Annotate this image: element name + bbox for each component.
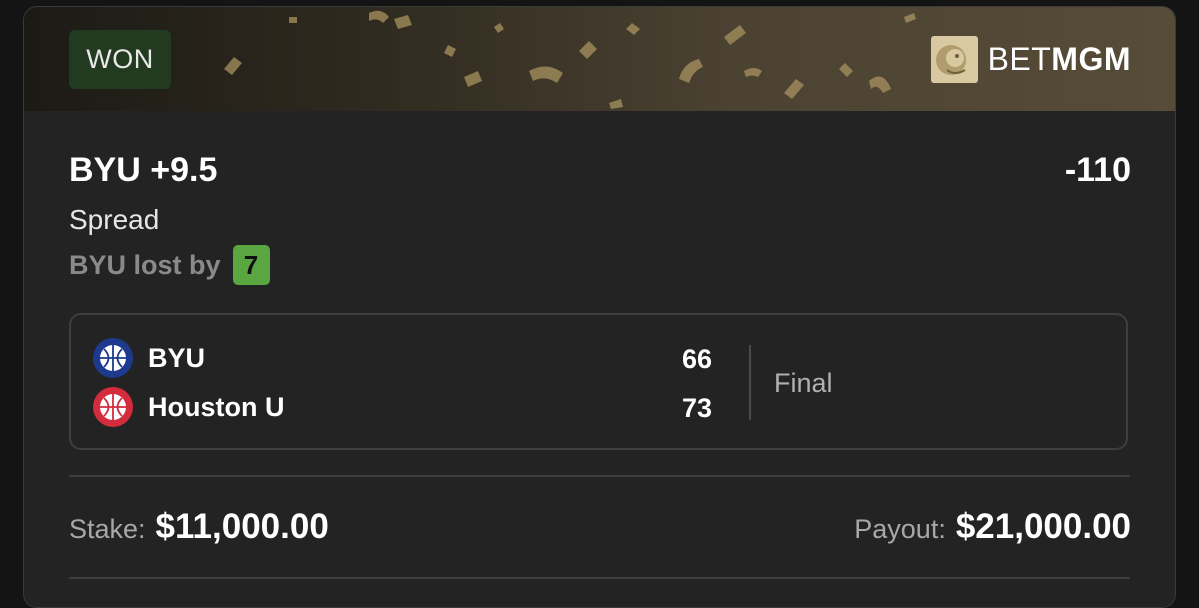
bet-odds: -110 — [1064, 151, 1131, 189]
lion-logo-icon — [930, 35, 978, 83]
margin-badge: 7 — [232, 245, 270, 285]
section-divider-bottom — [69, 577, 1130, 579]
stake-value: $11,000.00 — [155, 507, 329, 546]
stake-label: Stake: — [69, 514, 146, 544]
stake-summary: Stake: $11,000.00 — [69, 507, 329, 547]
game-status: Final — [774, 368, 833, 398]
payout-label: Payout: — [854, 514, 946, 544]
betmgm-wordmark: BETMGM — [988, 41, 1131, 78]
team-name-byu: BYU — [148, 342, 206, 373]
basketball-icon — [93, 338, 133, 378]
section-divider — [69, 475, 1130, 477]
score-houston: 73 — [681, 393, 712, 423]
payout-summary: Payout: $21,000.00 — [854, 507, 1131, 547]
bet-market: Spread — [69, 204, 160, 235]
brand-prefix: BET — [987, 40, 1052, 77]
betmgm-logo: BETMGM — [930, 35, 1131, 83]
score-divider — [749, 345, 751, 420]
bet-slip-card: WON BETMGM BYU +9.5 -110 Spread BYU lost… — [23, 6, 1176, 608]
game-scoreboard[interactable]: BYU Houston U 66 73 Final — [69, 313, 1128, 450]
result-text: BYU lost by — [69, 249, 221, 280]
result-banner: WON BETMGM — [24, 7, 1175, 111]
team-row-byu: BYU — [93, 338, 205, 378]
team-row-houston: Houston U — [93, 387, 284, 427]
score-byu: 66 — [681, 344, 712, 374]
won-status-badge: WON — [69, 30, 171, 89]
payout-value: $21,000.00 — [955, 507, 1131, 546]
bet-selection: BYU +9.5 — [69, 151, 218, 189]
basketball-icon — [93, 387, 133, 427]
bet-details: BYU +9.5 -110 Spread BYU lost by 7 BYU H… — [24, 111, 1175, 607]
bet-result-line: BYU lost by 7 — [69, 245, 270, 285]
brand-suffix: MGM — [1051, 40, 1131, 77]
team-name-houston: Houston U — [148, 391, 285, 422]
